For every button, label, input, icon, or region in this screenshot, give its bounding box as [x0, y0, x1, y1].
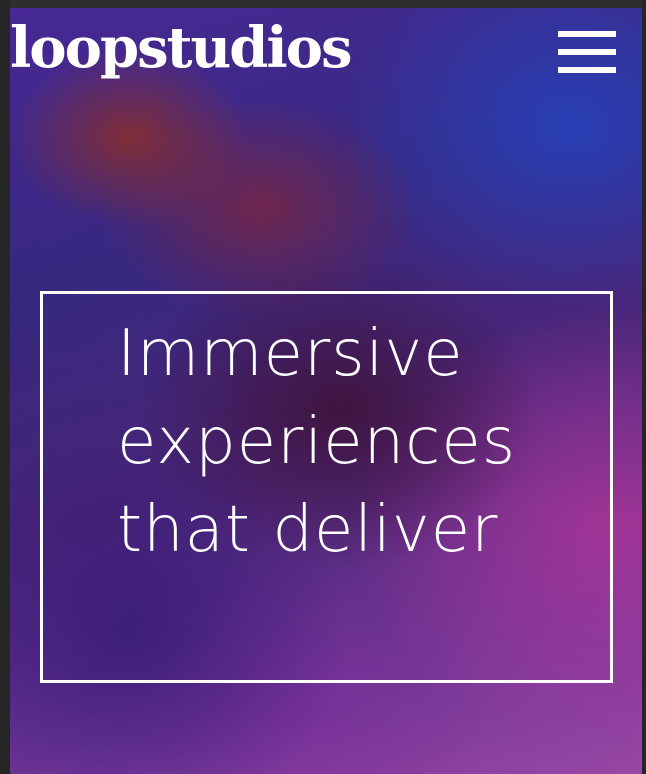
- browser-viewport: loopstudios Immersive experiences that d…: [0, 0, 646, 774]
- menu-bar-top: [558, 31, 616, 37]
- headline-line-3: that deliver: [117, 493, 499, 567]
- headline-box: Immersive experiences that deliver: [40, 291, 613, 683]
- site-header: loopstudios: [10, 8, 642, 98]
- hamburger-menu-icon[interactable]: [556, 28, 618, 78]
- menu-bar-middle: [558, 49, 616, 55]
- headline-line-1: Immersive: [117, 317, 464, 391]
- hero-headline: Immersive experiences that deliver: [117, 310, 597, 574]
- headline-line-2: experiences: [117, 405, 517, 479]
- site-logo[interactable]: loopstudios: [10, 16, 353, 80]
- right-edge: [642, 0, 646, 774]
- left-edge: [0, 0, 10, 774]
- top-edge: [0, 0, 646, 8]
- menu-bar-bottom: [558, 67, 616, 73]
- hero-section: loopstudios Immersive experiences that d…: [10, 8, 642, 774]
